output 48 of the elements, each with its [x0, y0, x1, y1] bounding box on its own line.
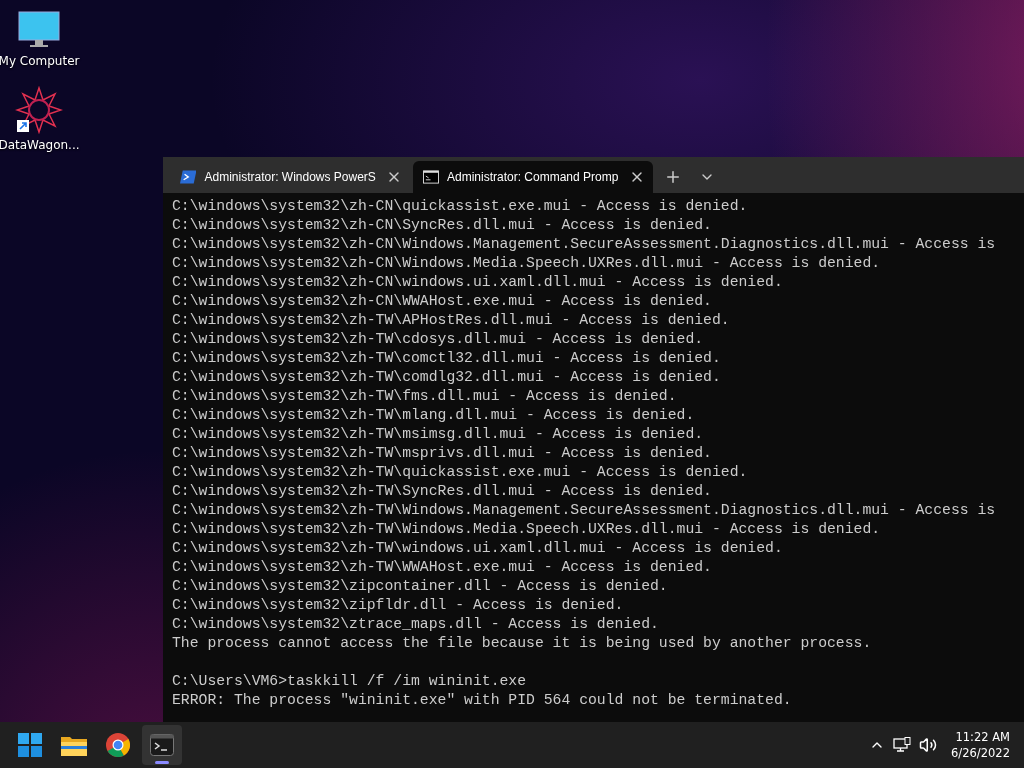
console-output-line: C:\windows\system32\zh-TW\Windows.Media.Speech.UXRes.dll.mui - Access is denied.: [172, 520, 882, 539]
console-output-line: C:\windows\system32\zh-TW\comctl32.dll.mui - Access is denied.: [172, 349, 722, 368]
console-output-line: The process cannot access the file because it is being used by another process.: [172, 634, 873, 653]
speaker-icon[interactable]: [919, 736, 938, 754]
console-output-line: C:\windows\system32\zh-TW\msimsg.dll.mui - Access is denied.: [172, 425, 705, 444]
active-indicator: [155, 761, 169, 764]
taskbar-app-button[interactable]: [142, 725, 182, 765]
powershell-icon: [180, 170, 197, 184]
monitor-icon: [17, 10, 61, 50]
tab-title: Administrator: Windows PowerS: [204, 170, 376, 184]
clock[interactable]: 11:22 AM 6/26/2022: [937, 729, 1014, 761]
console-output-line: ERROR: The process "wininit.exe" with PID 564 could not be terminated.: [172, 691, 793, 710]
console-output-line: C:\windows\system32\zh-TW\windows.ui.xaml.dll.mui - Access is denied.: [172, 539, 784, 558]
console-output-line: C:\windows\system32\zh-TW\SyncRes.dll.mui - Access is denied.: [172, 482, 713, 501]
console-output-line: C:\windows\system32\zh-TW\comdlg32.dll.mui - Access is denied.: [172, 368, 722, 387]
console-output-line: C:\windows\system32\zh-CN\WWAHost.exe.mui - Access is denied.: [172, 292, 713, 311]
desktop-icon-label[interactable]: My Computer: [0, 54, 80, 68]
terminal-icon: [150, 734, 174, 756]
console-output-line: C:\windows\system32\zh-CN\windows.ui.xaml.dll.mui - Access is denied.: [172, 273, 784, 292]
console-output-line: C:\windows\system32\zh-TW\WWAHost.exe.mui - Access is denied.: [172, 558, 713, 577]
console-output-line: C:\windows\system32\zh-CN\SyncRes.dll.mui - Access is denied.: [172, 216, 713, 235]
console-output-line: C:\windows\system32\ztrace_maps.dll - Access is denied.: [172, 615, 660, 634]
console-output-line: C:\windows\system32\zh-CN\Windows.Media.Speech.UXRes.dll.mui - Access is denied.: [172, 254, 882, 273]
command-prompt-icon: [423, 170, 439, 184]
console-output-line: C:\windows\system32\zh-TW\Windows.Management.SecureAssessment.Diagnostics.dll.mui - Access is: [172, 501, 997, 520]
network-icon[interactable]: [893, 737, 912, 753]
browser-icon: [106, 733, 130, 757]
folder-icon: [61, 734, 87, 756]
star-shortcut-icon: [15, 86, 63, 134]
terminal-tab[interactable]: Administrator: Windows PowerS: [170, 161, 410, 193]
console-output-line: C:\windows\system32\zipfldr.dll - Access is denied.: [172, 596, 625, 615]
clock-date: 6/26/2022: [951, 745, 1010, 761]
console-output-line: C:\windows\system32\zh-TW\mlang.dll.mui - Access is denied.: [172, 406, 696, 425]
console-output-line: C:\windows\system32\zh-TW\cdosys.dll.mui - Access is denied.: [172, 330, 705, 349]
terminal-tab[interactable]: Administrator: Command Promp: [413, 161, 653, 193]
tab-title: Administrator: Command Promp: [446, 170, 619, 184]
console-output-line: C:\windows\system32\zipcontainer.dll - Access is denied.: [172, 577, 669, 596]
console-output-line: C:\windows\system32\zh-TW\quickassist.exe.mui - Access is denied.: [172, 463, 749, 482]
console-output-line: C:\windows\system32\zh-CN\quickassist.exe.mui - Access is denied.: [172, 197, 749, 216]
clock-time: 11:22 AM: [955, 729, 1010, 745]
console-output-line: C:\windows\system32\zh-CN\Windows.Management.SecureAssessment.Diagnostics.dll.mui - Access is: [172, 235, 997, 254]
console-output-line: C:\windows\system32\zh-TW\fms.dll.mui - Access is denied.: [172, 387, 678, 406]
console-output-line: C:\windows\system32\zh-TW\APHostRes.dll.mui - Access is denied.: [172, 311, 731, 330]
plus-icon: [664, 168, 682, 186]
console-output-line: C:\Users\VM6>taskkill /f /im wininit.exe: [172, 672, 528, 691]
console-output-line: C:\windows\system32\zh-TW\msprivs.dll.mui - Access is denied.: [172, 444, 713, 463]
desktop-icon-label[interactable]: DataWagon...: [0, 138, 80, 152]
windows-logo-icon: [18, 733, 42, 757]
